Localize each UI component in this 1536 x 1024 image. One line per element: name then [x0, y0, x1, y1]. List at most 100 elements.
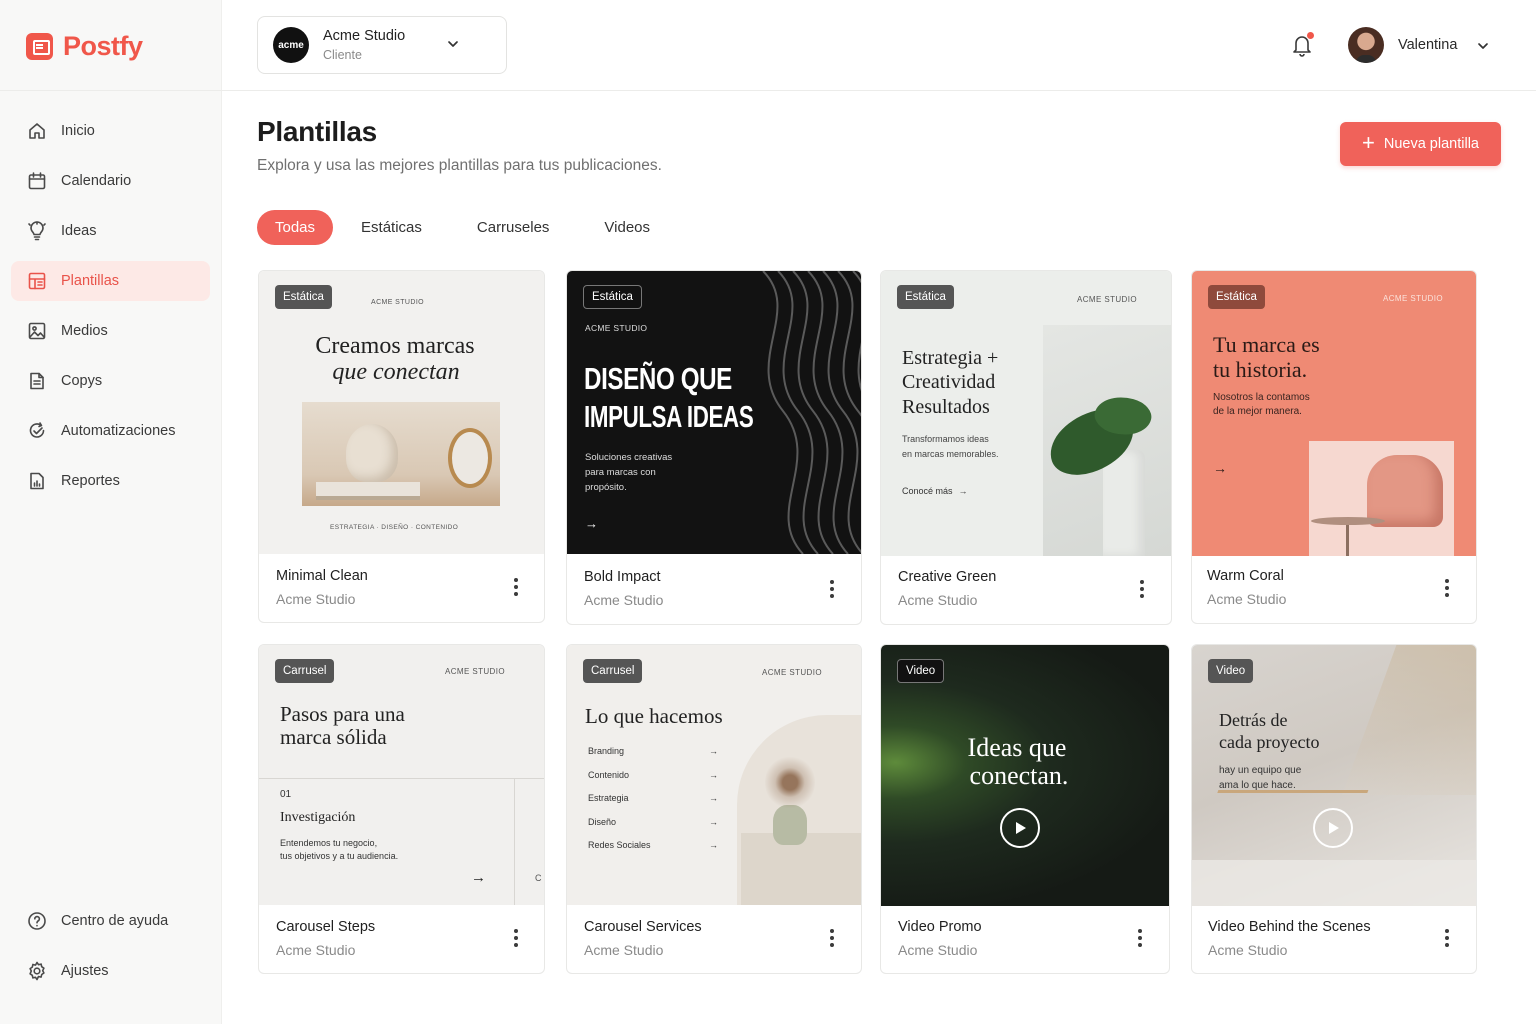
sidebar-item-label: Plantillas — [61, 273, 120, 289]
card-title: Video Behind the Scenes — [1208, 919, 1371, 935]
template-thumbnail[interactable]: Video Ideas que conectan. — [881, 645, 1169, 906]
sidebar-item-medios[interactable]: Medios — [11, 311, 210, 351]
avatar[interactable] — [1348, 27, 1384, 63]
thumb-link[interactable]: Conocé más → — [902, 486, 968, 496]
client-selector[interactable]: acme Acme Studio Cliente — [257, 16, 507, 74]
arrow-right-icon: → — [709, 793, 718, 803]
sidebar-item-inicio[interactable]: Inicio — [11, 111, 210, 151]
thumb-body-1: hay un equipo que — [1219, 765, 1302, 776]
more-options-icon[interactable] — [1137, 929, 1143, 949]
type-badge: Carrusel — [583, 659, 643, 683]
thumb-body-2: ama lo que hace. — [1219, 780, 1296, 791]
arrow-right-icon: → — [709, 769, 718, 780]
thumb-brand: ACME STUDIO — [445, 667, 505, 676]
thumb-headline-3: Resultados — [902, 396, 990, 418]
template-card[interactable]: Carrusel ACME STUDIO Pasos para una marc… — [258, 644, 545, 974]
thumb-brand: ACME STUDIO — [1383, 294, 1443, 303]
notification-dot — [1307, 32, 1314, 39]
thumb-body-2: en marcas memorables. — [902, 449, 999, 459]
service-item[interactable]: Estrategia → — [588, 793, 718, 817]
template-card[interactable]: Carrusel ACME STUDIO Lo que hacemos Bran… — [566, 644, 862, 974]
chevron-down-icon[interactable] — [1476, 39, 1490, 53]
template-thumbnail[interactable]: Carrusel ACME STUDIO Pasos para una marc… — [259, 645, 544, 905]
service-item[interactable]: Redes Sociales → — [588, 840, 718, 864]
type-badge: Carrusel — [275, 659, 335, 683]
table-shape — [1311, 517, 1385, 525]
sidebar-divider — [0, 90, 222, 91]
sidebar-item-ajustes[interactable]: Ajustes — [11, 951, 210, 991]
card-client: Acme Studio — [584, 592, 664, 608]
template-thumbnail[interactable]: Carrusel ACME STUDIO Lo que hacemos Bran… — [567, 645, 861, 905]
more-options-icon[interactable] — [1444, 929, 1450, 949]
type-badge: Estática — [1208, 285, 1265, 309]
sidebar-item-automatizaciones[interactable]: Automatizaciones — [11, 411, 210, 451]
sidebar-item-label: Copys — [61, 373, 103, 389]
postfy-logo-icon — [26, 33, 53, 60]
template-card[interactable]: Video Ideas que conectan. Video Promo Ac… — [880, 644, 1170, 974]
sidebar-item-calendario[interactable]: Calendario — [11, 161, 210, 201]
sidebar-item-label: Medios — [61, 323, 108, 339]
type-badge: Video — [897, 659, 945, 683]
card-client: Acme Studio — [276, 591, 356, 607]
tab-carruseles[interactable]: Carruseles — [459, 210, 568, 245]
sidebar-item-plantillas[interactable]: Plantillas — [11, 261, 210, 301]
template-thumbnail[interactable]: Estática ACME STUDIO DISEÑO QUE IMPULSA … — [567, 271, 861, 554]
template-card[interactable]: Estática ACME STUDIO DISEÑO QUE IMPULSA … — [566, 270, 862, 625]
user-name[interactable]: Valentina — [1398, 37, 1457, 53]
thumb-headline-1: Ideas que — [967, 733, 1067, 762]
sidebar-item-help[interactable]: Centro de ayuda — [11, 901, 210, 941]
client-role: Cliente — [323, 48, 362, 62]
template-thumbnail[interactable]: Video Detrás de cada proyecto hay un equ… — [1192, 645, 1476, 906]
template-card[interactable]: Estática ACME STUDIO Estrategia + Creati… — [880, 270, 1172, 625]
sidebar-item-label: Reportes — [61, 473, 120, 489]
card-title: Carousel Services — [584, 919, 702, 935]
more-options-icon[interactable] — [829, 580, 835, 600]
tab-videos[interactable]: Videos — [586, 210, 668, 245]
template-card[interactable]: Video Detrás de cada proyecto hay un equ… — [1191, 644, 1477, 974]
chair-shape — [1367, 455, 1443, 527]
arrow-right-icon: → — [471, 869, 486, 886]
new-template-label: Nueva plantilla — [1383, 136, 1479, 152]
play-button[interactable] — [1000, 808, 1040, 848]
stair-shape — [1342, 645, 1476, 795]
document-icon — [27, 371, 47, 391]
template-thumbnail[interactable]: Estática ACME STUDIO Creamos marcas que … — [259, 271, 544, 554]
sidebar-item-ideas[interactable]: Ideas — [11, 211, 210, 251]
thumb-photo — [1041, 325, 1171, 556]
sidebar-item-label: Ideas — [61, 223, 97, 239]
more-options-icon[interactable] — [1139, 580, 1145, 600]
thumb-headline-2: cada proyecto — [1219, 732, 1320, 752]
new-template-button[interactable]: + Nueva plantilla — [1340, 122, 1501, 166]
arrow-right-icon: → — [709, 816, 718, 827]
automation-icon — [27, 421, 47, 441]
service-item[interactable]: Diseño → — [588, 817, 718, 841]
template-card[interactable]: Estática ACME STUDIO Creamos marcas que … — [258, 270, 545, 623]
sidebar-item-reportes[interactable]: Reportes — [11, 461, 210, 501]
template-card[interactable]: Estática ACME STUDIO Tu marca es tu hist… — [1191, 270, 1477, 624]
play-button[interactable] — [1313, 808, 1353, 848]
more-options-icon[interactable] — [513, 578, 519, 598]
sidebar-item-copys[interactable]: Copys — [11, 361, 210, 401]
template-thumbnail[interactable]: Estática ACME STUDIO Estrategia + Creati… — [881, 271, 1171, 556]
card-title: Bold Impact — [584, 569, 661, 585]
dried-branches — [765, 755, 815, 810]
card-title: Creative Green — [898, 569, 997, 585]
service-label: Estrategia — [588, 793, 629, 803]
service-item[interactable]: Branding → — [588, 746, 718, 770]
report-icon — [27, 471, 47, 491]
more-options-icon[interactable] — [829, 929, 835, 949]
help-icon — [27, 911, 47, 931]
thumb-headline: DISEÑO QUE — [584, 361, 732, 396]
more-options-icon[interactable] — [1444, 579, 1450, 599]
thumb-headline-1: Detrás de — [1219, 710, 1288, 730]
more-options-icon[interactable] — [513, 929, 519, 949]
service-item[interactable]: Contenido → — [588, 770, 718, 794]
card-title: Warm Coral — [1207, 568, 1284, 584]
page-title: Plantillas — [257, 116, 377, 147]
tab-todas[interactable]: Todas — [257, 210, 334, 245]
app-logo[interactable]: Postfy — [26, 31, 143, 62]
thumb-headline-2: marca sólida — [280, 725, 387, 749]
tab-estaticas[interactable]: Estáticas — [343, 210, 440, 245]
plus-icon: + — [1362, 130, 1375, 155]
template-thumbnail[interactable]: Estática ACME STUDIO Tu marca es tu hist… — [1192, 271, 1476, 556]
